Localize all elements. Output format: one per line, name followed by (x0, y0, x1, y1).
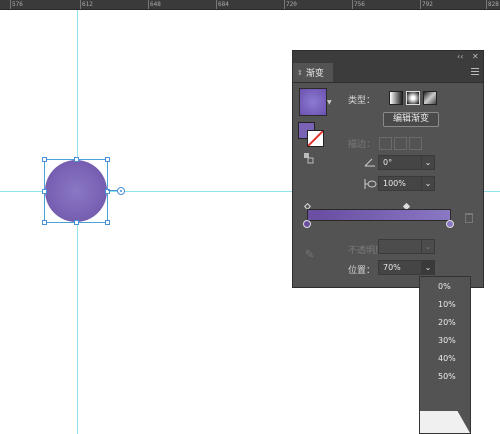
gradient-panel: ‹‹ ✕ ⇕ 渐变 ▼ 类型： 编辑渐变 描边： 0° ⌄ 100% ⌄ ✎ 不… (292, 50, 484, 288)
gradient-preset-caret-icon[interactable]: ▼ (327, 99, 332, 106)
gradient-stop-end[interactable] (446, 220, 454, 228)
aspect-ratio-dropdown-button[interactable]: ⌄ (421, 176, 435, 191)
location-option[interactable]: 0% (438, 282, 451, 291)
gradient-annotator-line (108, 190, 117, 191)
location-option[interactable]: 10% (438, 300, 456, 309)
location-dropdown-menu: 0% 10% 20% 30% 40% 50% (419, 276, 471, 434)
resize-handle-top-right[interactable] (105, 157, 110, 162)
resize-handle-bottom[interactable] (74, 220, 79, 225)
location-option[interactable]: 30% (438, 336, 456, 345)
stroke-within-icon[interactable] (379, 137, 392, 150)
resize-handle-left[interactable] (42, 189, 47, 194)
eyedropper-icon[interactable]: ✎ (305, 249, 317, 261)
location-input[interactable]: 70% (378, 260, 422, 275)
horizontal-ruler: 576 612 648 684 720 756 792 828 (0, 0, 500, 10)
angle-input[interactable]: 0° (378, 155, 422, 170)
ruler-label: 612 (82, 1, 93, 8)
stroke-across-icon[interactable] (409, 137, 422, 150)
aspect-ratio-icon (364, 179, 377, 189)
selection-bounding-box (44, 159, 108, 223)
ruler-label: 648 (150, 1, 161, 8)
stroke-along-icon[interactable] (394, 137, 407, 150)
ruler-label: 576 (12, 1, 23, 8)
linear-gradient-icon[interactable] (389, 91, 403, 105)
edit-gradient-button[interactable]: 编辑渐变 (383, 112, 439, 127)
ruler-label: 684 (218, 1, 229, 8)
gradient-annotator-handle[interactable] (117, 187, 125, 195)
panel-menu-icon[interactable] (471, 68, 479, 77)
radial-gradient-icon[interactable] (406, 91, 420, 105)
location-option[interactable]: 20% (438, 318, 456, 327)
stroke-swatch-none[interactable] (307, 130, 324, 147)
resize-handle-top[interactable] (74, 157, 79, 162)
gradient-preview-swatch[interactable] (299, 88, 327, 116)
location-dropdown-button[interactable]: ⌄ (421, 260, 435, 275)
tab-gradient-label: 渐变 (305, 69, 324, 79)
freeform-gradient-icon[interactable] (423, 91, 437, 105)
stroke-gradient-options (379, 137, 424, 153)
panel-header: ‹‹ ✕ (293, 51, 483, 63)
location-label: 位置： (348, 266, 376, 276)
opacity-input[interactable] (378, 239, 422, 254)
gradient-stop-start[interactable] (303, 220, 311, 228)
angle-dropdown-button[interactable]: ⌄ (421, 155, 435, 170)
panel-tabbar: ⇕ 渐变 (293, 63, 483, 83)
resize-handle-bottom-left[interactable] (42, 220, 47, 225)
aspect-ratio-input[interactable]: 100% (378, 176, 422, 191)
swap-fill-stroke-icon[interactable] (303, 152, 315, 164)
tab-gradient[interactable]: ⇕ 渐变 (293, 63, 333, 82)
location-option[interactable]: 50% (438, 372, 456, 381)
ruler-label: 756 (354, 1, 365, 8)
resize-handle-bottom-right[interactable] (105, 220, 110, 225)
resize-handle-top-left[interactable] (42, 157, 47, 162)
ruler-label: 828 (488, 1, 499, 8)
close-panel-button[interactable]: ✕ (472, 52, 479, 62)
panel-options-toggle-icon[interactable]: ⇕ (297, 69, 303, 77)
menu-resize-corner (420, 411, 470, 433)
delete-stop-icon[interactable] (465, 213, 473, 223)
collapse-panel-button[interactable]: ‹‹ (457, 52, 463, 62)
ruler-label: 792 (422, 1, 433, 8)
type-label: 类型： (348, 96, 376, 106)
angle-icon (364, 158, 375, 167)
gradient-slider[interactable] (307, 209, 451, 221)
stroke-label: 描边： (348, 140, 376, 150)
location-option[interactable]: 40% (438, 354, 456, 363)
opacity-dropdown-button[interactable]: ⌄ (421, 239, 435, 254)
fill-stroke-swatches[interactable] (298, 122, 324, 147)
ruler-label: 720 (286, 1, 297, 8)
